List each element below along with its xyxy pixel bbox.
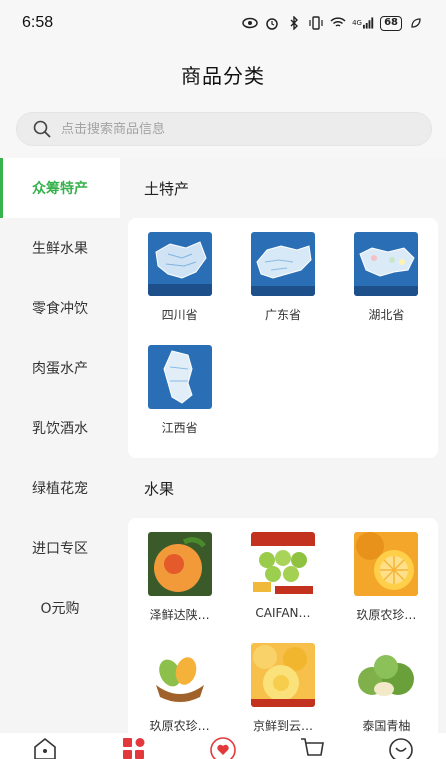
eye-icon — [242, 16, 258, 30]
status-icons: 4G 68 — [242, 15, 424, 31]
bluetooth-icon — [286, 16, 302, 30]
search-box[interactable] — [16, 112, 432, 146]
grid-item-label: 玖原农珍… — [356, 608, 417, 622]
profile-icon — [389, 738, 414, 759]
leaf-icon — [408, 16, 424, 30]
grid-item-pomelo[interactable]: 泰国青柚 — [335, 643, 438, 733]
wifi-icon — [330, 16, 346, 30]
grid-item-label: 玖原农珍… — [149, 719, 210, 733]
pomelo-photo-icon — [354, 643, 419, 707]
sidebar-item-fresh-fruit[interactable]: 生鲜水果 — [0, 218, 120, 278]
status-time: 6:58 — [22, 14, 54, 31]
vibrate-icon — [308, 16, 324, 30]
search-icon — [33, 120, 51, 138]
sidebar-item-imports[interactable]: 进口专区 — [0, 518, 120, 578]
sidebar-item-crowdfunding[interactable]: 众筹特产 — [0, 158, 120, 218]
map-sichuan-icon — [147, 232, 212, 296]
status-bar: 6:58 4G 68 — [0, 0, 446, 46]
sidebar-item-label: 众筹特产 — [32, 181, 88, 197]
map-hubei-icon — [354, 232, 419, 296]
grid-item-sichuan[interactable]: 四川省 — [128, 232, 231, 345]
grid-item-label: 四川省 — [161, 308, 198, 322]
sidebar-item-zero-yuan[interactable]: O元购 — [0, 578, 120, 638]
grid-item-label: 广东省 — [264, 308, 301, 322]
nav-home[interactable] — [25, 733, 65, 759]
section-title: 水果 — [144, 479, 175, 498]
page-title: 商品分类 — [181, 63, 265, 88]
header: 商品分类 — [0, 46, 446, 102]
sidebar-item-label: 进口专区 — [32, 541, 88, 557]
grid-item-citrus[interactable]: 京鲜到云… — [231, 643, 334, 733]
grid-item-peach[interactable]: 泽鲜达陕… — [128, 532, 231, 643]
citrus-photo-icon — [250, 643, 315, 707]
battery-indicator: 68 — [380, 15, 402, 31]
specialty-grid: 四川省 广东省 湖北省 江西省 — [128, 218, 438, 458]
category-icon — [122, 738, 145, 759]
grid-item-jiangxi[interactable]: 江西省 — [128, 345, 231, 458]
grid-item-label: 泰国青柚 — [362, 719, 411, 733]
grid-item-orange[interactable]: 玖原农珍… — [335, 532, 438, 643]
home-icon — [33, 737, 56, 759]
nav-favorites[interactable] — [203, 733, 243, 759]
sidebar-item-label: 绿植花宠 — [32, 481, 88, 497]
grid-item-hubei[interactable]: 湖北省 — [335, 232, 438, 345]
grid-item-label: CAIFAN… — [255, 606, 311, 620]
network-label: 4G — [352, 19, 362, 27]
nav-profile[interactable] — [381, 733, 421, 759]
peach-photo-icon — [147, 532, 212, 596]
alarm-icon — [264, 16, 280, 30]
mango-photo-icon — [147, 643, 212, 707]
signal-icon: 4G — [352, 16, 374, 30]
sidebar-item-snacks[interactable]: 零食冲饮 — [0, 278, 120, 338]
category-sidebar: 众筹特产 生鲜水果 零食冲饮 肉蛋水产 乳饮酒水 绿植花宠 进口专区 O元购 — [0, 158, 120, 733]
section-title: 土特产 — [144, 179, 190, 198]
sidebar-item-label: 乳饮酒水 — [32, 421, 88, 437]
sidebar-item-drinks[interactable]: 乳饮酒水 — [0, 398, 120, 458]
orange-photo-icon — [354, 532, 419, 596]
map-guangdong-icon — [250, 232, 315, 296]
sidebar-item-plants-pets[interactable]: 绿植花宠 — [0, 458, 120, 518]
heart-icon — [210, 737, 236, 759]
cart-icon — [301, 738, 325, 756]
grid-item-label: 泽鲜达陕… — [149, 608, 210, 622]
nav-category[interactable] — [114, 733, 154, 759]
category-content: 土特产 四川省 广东省 湖北省 江西省 水果 泽鲜达陕… CAIFAN… 玖原农… — [120, 158, 446, 733]
grid-item-mango[interactable]: 玖原农珍… — [128, 643, 231, 733]
grid-item-guangdong[interactable]: 广东省 — [231, 232, 334, 345]
search-input[interactable] — [61, 121, 361, 137]
sidebar-item-label: 肉蛋水产 — [32, 361, 88, 377]
grid-item-plum[interactable]: CAIFAN… — [231, 532, 334, 643]
sidebar-item-meat-eggs[interactable]: 肉蛋水产 — [0, 338, 120, 398]
bottom-nav — [0, 733, 446, 759]
plum-photo-icon — [250, 532, 315, 596]
map-jiangxi-icon — [147, 345, 212, 409]
sidebar-item-label: 生鲜水果 — [32, 241, 88, 257]
search-bar — [0, 102, 446, 158]
fruit-grid: 泽鲜达陕… CAIFAN… 玖原农珍… 玖原农珍… 京鲜到云… 泰国青柚 — [128, 518, 438, 733]
sidebar-item-label: 零食冲饮 — [32, 301, 88, 317]
grid-item-label: 江西省 — [161, 421, 198, 435]
sidebar-item-label: O元购 — [40, 601, 80, 617]
grid-item-label: 湖北省 — [368, 308, 405, 322]
grid-item-label: 京鲜到云… — [252, 719, 313, 733]
nav-cart[interactable] — [292, 733, 332, 759]
